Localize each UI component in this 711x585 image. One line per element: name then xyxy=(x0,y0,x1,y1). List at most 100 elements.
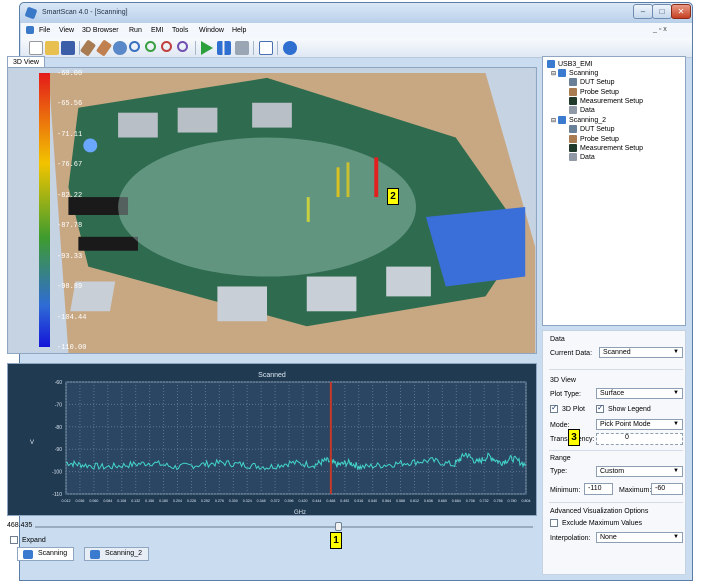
x-tick-label: 0.732 xyxy=(480,499,489,503)
tree-item-dut-setup[interactable]: DUT Setup xyxy=(569,125,615,133)
interpolation-select[interactable]: None ▼ xyxy=(596,532,683,543)
tree-item-measurement-setup[interactable]: Measurement Setup xyxy=(569,144,643,152)
menu-window[interactable]: Window xyxy=(199,27,224,34)
advanced-options-header: Advanced Visualization Options xyxy=(550,508,649,515)
maximize-button[interactable]: □ xyxy=(652,4,672,19)
board-3d-render[interactable] xyxy=(8,68,536,353)
3d-view-panel[interactable]: -60.00 -65.56 -71.11 -76.67 -82.22 -87.7… xyxy=(7,67,537,354)
open-icon[interactable] xyxy=(45,41,59,55)
plot-type-select[interactable]: Surface ▼ xyxy=(596,388,683,399)
run-step-icon[interactable] xyxy=(217,41,231,55)
zoom-icon[interactable] xyxy=(129,41,140,52)
menu-run[interactable]: Run xyxy=(129,27,142,34)
expand-checkbox-row[interactable]: Expand xyxy=(10,536,46,544)
scan-icon xyxy=(90,550,100,559)
tree-item-probe-setup[interactable]: Probe Setup xyxy=(569,135,619,143)
frequency-slider-thumb[interactable] xyxy=(335,522,342,531)
menu-view[interactable]: View xyxy=(59,27,74,34)
3d-plot-checkbox[interactable] xyxy=(550,403,558,413)
close-button[interactable]: ✕ xyxy=(671,4,691,19)
view-rotate-icon[interactable] xyxy=(113,41,127,55)
expand-label: Expand xyxy=(22,536,46,544)
measurement-icon xyxy=(569,144,577,152)
menu-emi[interactable]: EMI xyxy=(151,27,163,34)
tree-item-measurement-setup[interactable]: Measurement Setup xyxy=(569,97,643,105)
collapse-icon[interactable]: ⊟ xyxy=(551,118,556,124)
tree-item-dut-setup[interactable]: DUT Setup xyxy=(569,78,615,86)
divider xyxy=(549,450,683,451)
menu-3d-browser[interactable]: 3D Browser xyxy=(82,27,119,34)
x-tick-label: 0.012 xyxy=(62,499,71,503)
tree-item-probe-setup[interactable]: Probe Setup xyxy=(569,88,619,96)
annotation-marker-3: 3 xyxy=(568,429,580,446)
y-tick-label: -60 xyxy=(55,380,62,386)
divider xyxy=(549,369,683,370)
probe-icon[interactable] xyxy=(79,39,97,57)
mode-select[interactable]: Pick Point Mode ▼ xyxy=(596,419,683,430)
maximum-input[interactable]: -60 xyxy=(651,483,683,495)
x-tick-label: 0.804 xyxy=(522,499,531,503)
x-tick-label: 0.420 xyxy=(298,499,307,503)
expand-checkbox[interactable] xyxy=(10,536,18,544)
y-axis-label: V xyxy=(30,440,34,446)
minimize-button[interactable]: – xyxy=(633,4,653,19)
tab-scanning[interactable]: Scanning xyxy=(17,547,75,561)
help-icon[interactable] xyxy=(283,41,297,55)
x-tick-label: 0.060 xyxy=(89,499,98,503)
zoom-out-icon[interactable] xyxy=(161,41,172,52)
run-icon[interactable] xyxy=(201,41,213,55)
tab-scanning-2[interactable]: Scanning_2 xyxy=(84,547,149,561)
zoom-fit-icon[interactable] xyxy=(177,41,188,52)
tree-root[interactable]: USB3_EMI xyxy=(547,60,593,68)
y-tick-label: -90 xyxy=(55,447,62,453)
divider xyxy=(549,502,683,503)
tab-label: Scanning_2 xyxy=(105,550,142,557)
legend-label: -76.67 xyxy=(57,161,83,169)
data-icon xyxy=(569,106,577,114)
zoom-in-icon[interactable] xyxy=(145,41,156,52)
toolbar-separator xyxy=(195,41,196,55)
probe-icon xyxy=(569,88,577,96)
tree-item-scanning-2[interactable]: ⊟ Scanning_2 xyxy=(551,116,606,124)
transparency-slider[interactable]: 0 xyxy=(596,433,683,445)
legend-label: -98.89 xyxy=(57,283,83,291)
tree-item-scanning[interactable]: ⊟ Scanning xyxy=(551,69,598,77)
measurement-icon xyxy=(569,97,577,105)
interpolation-label: Interpolation: xyxy=(550,535,591,542)
x-tick-label: 0.036 xyxy=(75,499,84,503)
tree-item-data[interactable]: Data xyxy=(569,106,595,114)
show-legend-option[interactable]: Show Legend xyxy=(596,403,651,413)
3d-plot-option[interactable]: 3D Plot xyxy=(550,403,585,413)
x-tick-label: 0.324 xyxy=(243,499,252,503)
toolbar-separator xyxy=(253,41,254,55)
probe-alt-icon[interactable] xyxy=(95,39,113,57)
y-tick-label: -70 xyxy=(55,402,62,408)
minimum-input[interactable]: -110 xyxy=(584,483,613,495)
new-icon[interactable] xyxy=(29,41,43,55)
exclude-maximum-option[interactable]: Exclude Maximum Values xyxy=(550,519,642,527)
report-icon[interactable] xyxy=(259,41,273,55)
scan-icon xyxy=(558,69,567,77)
menu-help[interactable]: Help xyxy=(232,27,246,34)
maximum-label: Maximum: xyxy=(619,487,652,494)
current-data-select[interactable]: Scanned ▼ xyxy=(599,347,683,358)
stop-icon[interactable] xyxy=(235,41,249,55)
show-legend-checkbox[interactable] xyxy=(596,403,604,413)
save-icon[interactable] xyxy=(61,41,75,55)
exclude-maximum-checkbox[interactable] xyxy=(550,519,558,527)
spectrum-chart[interactable]: -60 -70 -80 -90 -100 -110 0.012 0.036 0.060 0.08… xyxy=(8,364,538,517)
tree-item-data[interactable]: Data xyxy=(569,153,595,161)
menu-tools[interactable]: Tools xyxy=(172,27,188,34)
collapse-icon[interactable]: ⊟ xyxy=(551,71,556,77)
range-type-select[interactable]: Custom ▼ xyxy=(596,466,683,477)
x-tick-label: 0.756 xyxy=(494,499,503,503)
toolbar xyxy=(21,38,692,58)
legend-label: -93.33 xyxy=(57,253,83,261)
app-logo-icon xyxy=(24,6,38,20)
dut-icon xyxy=(569,125,577,133)
frequency-slider-track[interactable] xyxy=(35,526,533,528)
mdi-window-controls[interactable]: _ ▫ x xyxy=(653,26,667,33)
x-tick-label: 0.492 xyxy=(340,499,349,503)
scan-icon xyxy=(558,116,567,124)
menu-file[interactable]: File xyxy=(39,27,50,34)
